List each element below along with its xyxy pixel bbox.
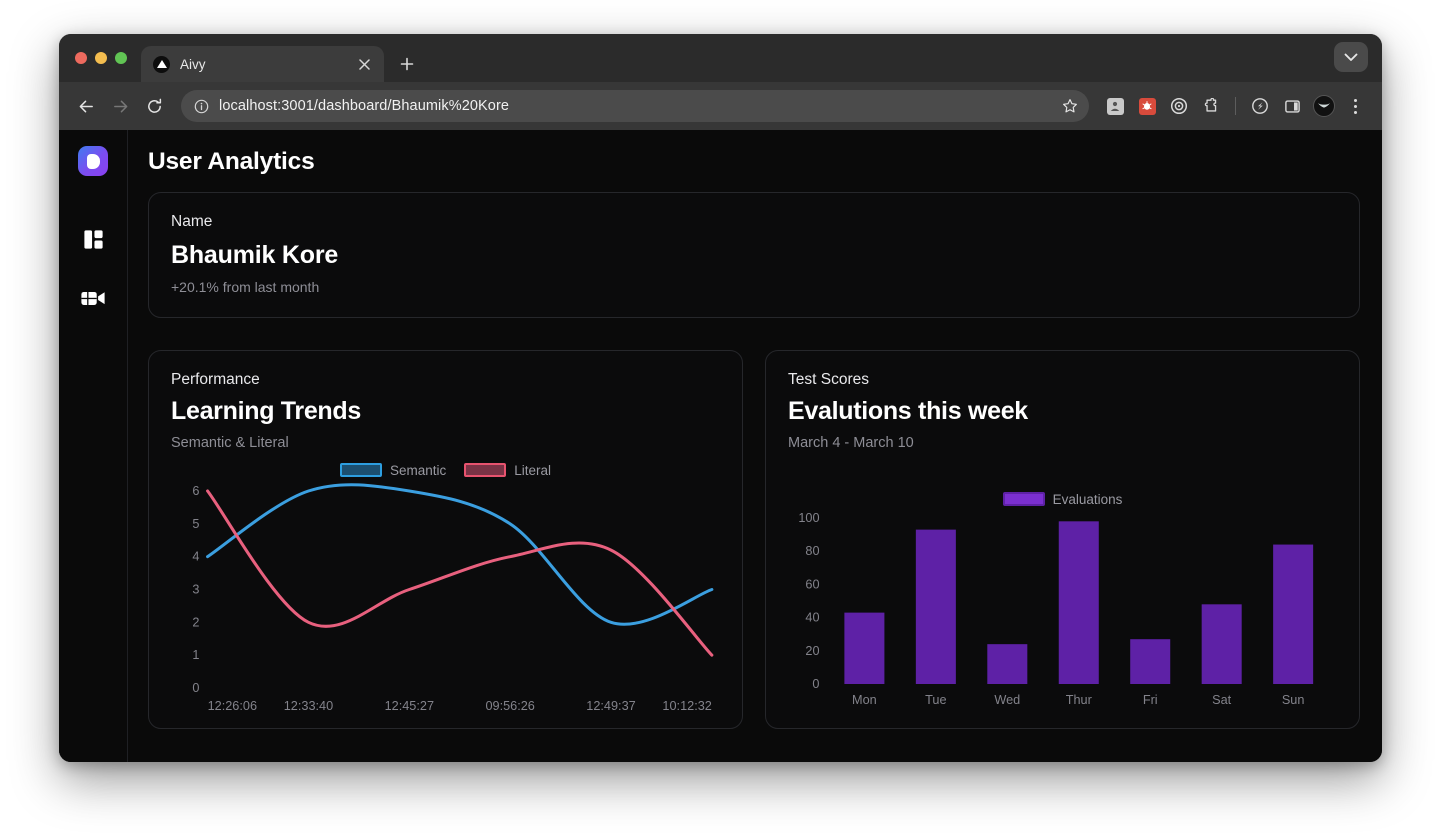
reload-icon[interactable] (139, 91, 169, 121)
address-bar[interactable]: localhost:3001/dashboard/Bhaumik%20Kore (181, 90, 1089, 122)
charts-row: Performance Learning Trends Semantic & L… (148, 350, 1360, 729)
leaf-extension-icon[interactable] (1246, 92, 1274, 120)
url-text[interactable]: localhost:3001/dashboard/Bhaumik%20Kore (219, 98, 1047, 114)
minimize-window-button[interactable] (95, 52, 107, 64)
svg-text:Tue: Tue (925, 693, 946, 707)
sidebar-item-video[interactable] (71, 278, 115, 322)
sidebar-item-dashboard[interactable] (71, 220, 115, 264)
learning-trends-subtitle: Semantic & Literal (171, 435, 289, 451)
test-scores-card: Test Scores Evalutions this week March 4… (765, 350, 1360, 729)
svg-text:1: 1 (192, 648, 199, 662)
legend-swatch-literal (464, 463, 507, 477)
test-scores-legend: Evaluations (788, 486, 1337, 512)
page-viewport: User Analytics Name Bhaumik Kore +20.1% … (59, 130, 1382, 762)
arrow-right-icon[interactable] (105, 91, 135, 121)
bug-extension-icon[interactable] (1133, 92, 1161, 120)
legend-label-literal: Literal (514, 462, 552, 478)
svg-text:80: 80 (805, 544, 819, 558)
svg-text:Mon: Mon (852, 693, 877, 707)
tab-title: Aivy (180, 56, 206, 72)
svg-text:6: 6 (192, 484, 199, 498)
name-card-value: Bhaumik Kore (171, 241, 339, 269)
profile-extension-icon[interactable] (1101, 92, 1129, 120)
svg-text:12:26:06: 12:26:06 (208, 699, 257, 713)
plus-icon[interactable] (392, 49, 422, 79)
name-card: Name Bhaumik Kore +20.1% from last month (148, 192, 1360, 318)
name-card-change: +20.1% from last month (171, 279, 320, 295)
test-scores-plot[interactable]: 0 20 40 60 80 100 Mon Tue Wed Thur Fri Sat Sun (788, 512, 1337, 712)
svg-text:12:33:40: 12:33:40 (284, 699, 333, 713)
svg-text:Sat: Sat (1212, 693, 1232, 707)
page-title: User Analytics (148, 148, 315, 175)
svg-text:0: 0 (192, 681, 199, 695)
svg-text:Wed: Wed (994, 693, 1020, 707)
close-window-button[interactable] (75, 52, 87, 64)
browser-toolbar: localhost:3001/dashboard/Bhaumik%20Kore (59, 82, 1382, 130)
test-scores-title: Evalutions this week (788, 397, 1028, 425)
svg-text:09:56:26: 09:56:26 (485, 699, 534, 713)
learning-trends-card: Performance Learning Trends Semantic & L… (148, 350, 743, 729)
browser-tab-aivy[interactable]: Aivy (141, 46, 384, 82)
side-panel-icon[interactable] (1278, 92, 1306, 120)
tab-strip: Aivy (59, 34, 1382, 82)
svg-text:2: 2 (192, 615, 199, 629)
triangle-favicon (153, 55, 170, 73)
svg-text:Thur: Thur (1066, 693, 1092, 707)
avatar[interactable] (1310, 92, 1338, 120)
close-icon[interactable] (354, 54, 374, 74)
svg-text:Sun: Sun (1282, 693, 1305, 707)
kebab-menu-icon[interactable] (1342, 93, 1368, 119)
legend-swatch-evaluations (1002, 492, 1045, 506)
star-icon[interactable] (1057, 93, 1083, 119)
legend-item-literal[interactable]: Literal (464, 463, 551, 478)
learning-trends-legend: Semantic Literal (171, 457, 720, 483)
maximize-window-button[interactable] (115, 52, 127, 64)
screenshot-root: Aivy localhost:3001/dashboard/Bhaumik%20… (0, 0, 1440, 838)
svg-text:12:45:27: 12:45:27 (385, 699, 434, 713)
svg-text:40: 40 (805, 611, 819, 625)
svg-text:12:49:37: 12:49:37 (586, 699, 635, 713)
svg-text:20: 20 (805, 644, 819, 658)
learning-trends-title: Learning Trends (171, 397, 361, 425)
legend-item-evaluations[interactable]: Evaluations (1002, 491, 1123, 507)
learning-trends-plot[interactable]: 0 1 2 3 4 5 6 12:26:06 12:33:40 12:45:27 09:56:26 1… (171, 483, 720, 718)
browser-window: Aivy localhost:3001/dashboard/Bhaumik%20… (59, 34, 1382, 762)
window-controls (75, 34, 141, 82)
svg-text:4: 4 (192, 550, 199, 564)
target-extension-icon[interactable] (1165, 92, 1193, 120)
legend-label-evaluations: Evaluations (1052, 491, 1123, 507)
info-circle-icon[interactable] (193, 98, 209, 114)
svg-text:60: 60 (805, 577, 819, 591)
svg-text:5: 5 (192, 517, 199, 531)
svg-text:10:12:32: 10:12:32 (662, 699, 711, 713)
app-sidebar (59, 130, 128, 762)
test-scores-subtitle: March 4 - March 10 (788, 435, 914, 451)
aivy-logo[interactable] (78, 146, 108, 176)
svg-text:3: 3 (192, 583, 199, 597)
legend-item-semantic[interactable]: Semantic (339, 462, 447, 478)
test-scores-kicker: Test Scores (788, 371, 869, 388)
puzzle-extension-icon[interactable] (1197, 92, 1225, 120)
toolbar-divider (1235, 97, 1236, 115)
learning-trends-kicker: Performance (171, 371, 260, 388)
video-camera-icon (80, 287, 106, 314)
chevron-down-icon[interactable] (1334, 42, 1368, 72)
legend-swatch-semantic (339, 463, 382, 477)
svg-text:Fri: Fri (1143, 693, 1158, 707)
name-card-label: Name (171, 213, 213, 230)
svg-text:100: 100 (798, 512, 819, 525)
svg-text:0: 0 (812, 677, 819, 691)
layout-dashboard-icon (82, 228, 105, 256)
arrow-left-icon[interactable] (71, 91, 101, 121)
legend-label-semantic: Semantic (389, 462, 447, 478)
main-content: User Analytics Name Bhaumik Kore +20.1% … (128, 130, 1382, 762)
